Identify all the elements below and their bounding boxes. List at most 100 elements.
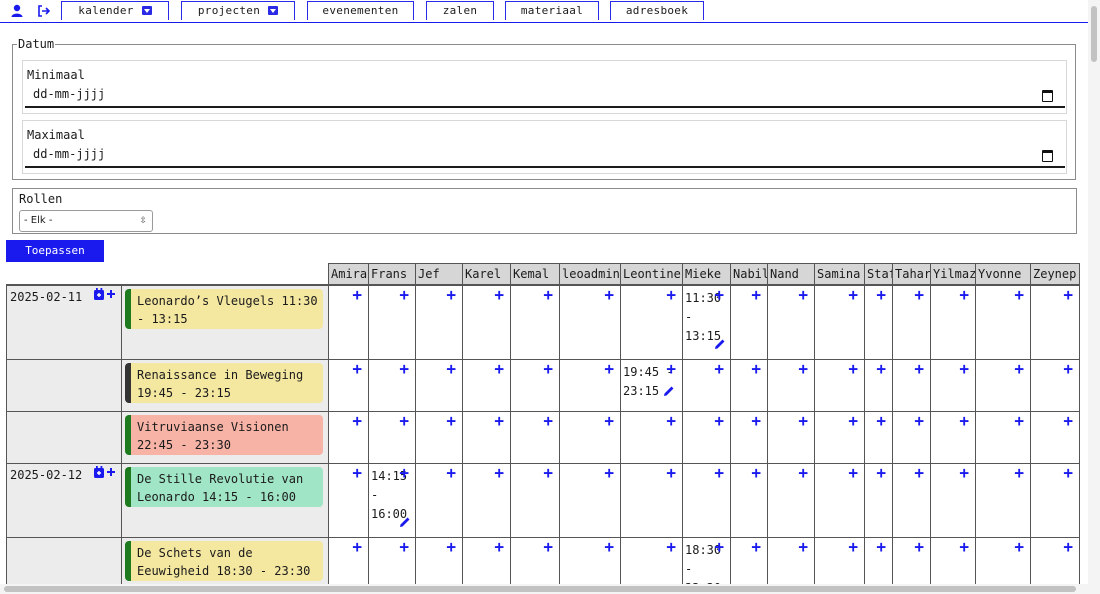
add-shift-icon[interactable]: + bbox=[914, 538, 924, 556]
add-shift-icon[interactable]: + bbox=[604, 286, 614, 304]
add-shift-icon[interactable]: + bbox=[352, 360, 362, 378]
nav-zalen[interactable]: zalen bbox=[426, 1, 494, 20]
add-shift-icon[interactable]: + bbox=[494, 412, 504, 430]
add-shift-icon[interactable]: + bbox=[1014, 286, 1024, 304]
logout-icon[interactable] bbox=[37, 4, 51, 18]
add-shift-icon[interactable]: + bbox=[1063, 464, 1073, 482]
add-shift-icon[interactable]: + bbox=[1063, 286, 1073, 304]
add-shift-icon[interactable]: + bbox=[876, 286, 886, 304]
add-shift-icon[interactable]: + bbox=[352, 538, 362, 556]
add-shift-icon[interactable]: + bbox=[604, 412, 614, 430]
event-card[interactable]: De Schets van de Eeuwigheid 18:30 - 23:3… bbox=[125, 541, 323, 581]
nav-adresboek[interactable]: adresboek bbox=[610, 1, 704, 20]
add-shift-icon[interactable]: + bbox=[604, 538, 614, 556]
edit-pencil-icon[interactable] bbox=[714, 338, 726, 350]
add-shift-icon[interactable]: + bbox=[714, 538, 724, 556]
min-date-field[interactable]: Minimaal dd-mm-jjjj bbox=[22, 60, 1067, 114]
add-shift-icon[interactable]: + bbox=[666, 538, 676, 556]
add-shift-icon[interactable]: + bbox=[543, 538, 553, 556]
add-shift-icon[interactable]: + bbox=[914, 286, 924, 304]
add-shift-icon[interactable]: + bbox=[1063, 538, 1073, 556]
add-shift-icon[interactable]: + bbox=[959, 412, 969, 430]
add-shift-icon[interactable]: + bbox=[1014, 360, 1024, 378]
add-shift-icon[interactable]: + bbox=[751, 286, 761, 304]
add-shift-icon[interactable]: + bbox=[494, 464, 504, 482]
add-shift-icon[interactable]: + bbox=[959, 464, 969, 482]
horizontal-scrollbar[interactable] bbox=[0, 584, 1088, 594]
add-shift-icon[interactable]: + bbox=[666, 412, 676, 430]
add-shift-icon[interactable]: + bbox=[399, 360, 409, 378]
add-shift-icon[interactable]: + bbox=[446, 360, 456, 378]
add-shift-icon[interactable]: + bbox=[848, 538, 858, 556]
nav-projecten[interactable]: projecten bbox=[181, 1, 295, 20]
add-shift-icon[interactable]: + bbox=[751, 464, 761, 482]
add-shift-icon[interactable]: + bbox=[848, 360, 858, 378]
add-shift-icon[interactable]: + bbox=[543, 360, 553, 378]
nav-evenementen[interactable]: evenementen bbox=[307, 1, 414, 20]
user-icon[interactable] bbox=[10, 4, 24, 18]
nav-kalender[interactable]: kalender bbox=[61, 1, 169, 20]
add-shift-icon[interactable]: + bbox=[876, 464, 886, 482]
add-shift-icon[interactable]: + bbox=[352, 412, 362, 430]
add-shift-icon[interactable]: + bbox=[494, 360, 504, 378]
add-shift-icon[interactable]: + bbox=[959, 360, 969, 378]
add-shift-icon[interactable]: + bbox=[446, 464, 456, 482]
add-shift-icon[interactable]: + bbox=[959, 538, 969, 556]
min-date-input[interactable]: dd-mm-jjjj bbox=[33, 87, 105, 101]
horizontal-scroll-thumb[interactable] bbox=[4, 586, 1076, 592]
add-shift-icon[interactable]: + bbox=[446, 412, 456, 430]
add-shift-icon[interactable]: + bbox=[543, 464, 553, 482]
add-shift-icon[interactable]: + bbox=[876, 412, 886, 430]
add-shift-icon[interactable]: + bbox=[914, 412, 924, 430]
event-card[interactable]: De Stille Revolutie van Leonardo 14:15 -… bbox=[125, 467, 323, 507]
add-shift-icon[interactable]: + bbox=[446, 286, 456, 304]
add-shift-icon[interactable]: + bbox=[604, 360, 614, 378]
edit-pencil-icon[interactable] bbox=[663, 384, 675, 396]
add-shift-icon[interactable]: + bbox=[543, 412, 553, 430]
add-event-icon[interactable] bbox=[93, 287, 117, 305]
add-shift-icon[interactable]: + bbox=[352, 286, 362, 304]
add-shift-icon[interactable]: + bbox=[848, 412, 858, 430]
add-shift-icon[interactable]: + bbox=[751, 360, 761, 378]
calendar-icon[interactable] bbox=[1042, 150, 1053, 162]
add-shift-icon[interactable]: + bbox=[352, 464, 362, 482]
add-event-icon[interactable] bbox=[93, 465, 117, 483]
add-shift-icon[interactable]: + bbox=[914, 360, 924, 378]
add-shift-icon[interactable]: + bbox=[914, 464, 924, 482]
add-shift-icon[interactable]: + bbox=[876, 360, 886, 378]
calendar-icon[interactable] bbox=[1042, 90, 1053, 102]
add-shift-icon[interactable]: + bbox=[1063, 360, 1073, 378]
add-shift-icon[interactable]: + bbox=[714, 360, 724, 378]
add-shift-icon[interactable]: + bbox=[1014, 538, 1024, 556]
add-shift-icon[interactable]: + bbox=[399, 412, 409, 430]
add-shift-icon[interactable]: + bbox=[446, 538, 456, 556]
event-card[interactable]: Renaissance in Beweging 19:45 - 23:15 bbox=[125, 363, 323, 403]
add-shift-icon[interactable]: + bbox=[714, 464, 724, 482]
rollen-select[interactable]: - Elk - ⇳ bbox=[19, 210, 153, 232]
add-shift-icon[interactable]: + bbox=[666, 286, 676, 304]
add-shift-icon[interactable]: + bbox=[399, 286, 409, 304]
add-shift-icon[interactable]: + bbox=[1014, 412, 1024, 430]
add-shift-icon[interactable]: + bbox=[666, 464, 676, 482]
add-shift-icon[interactable]: + bbox=[959, 286, 969, 304]
add-shift-icon[interactable]: + bbox=[714, 286, 724, 304]
event-card[interactable]: Vitruviaanse Visionen 22:45 - 23:30 bbox=[125, 415, 323, 455]
add-shift-icon[interactable]: + bbox=[848, 286, 858, 304]
event-card[interactable]: Leonardo’s Vleugels 11:30 - 13:15 bbox=[125, 289, 323, 329]
add-shift-icon[interactable]: + bbox=[494, 286, 504, 304]
add-shift-icon[interactable]: + bbox=[1014, 464, 1024, 482]
add-shift-icon[interactable]: + bbox=[604, 464, 614, 482]
add-shift-icon[interactable]: + bbox=[399, 538, 409, 556]
max-date-field[interactable]: Maximaal dd-mm-jjjj bbox=[22, 120, 1067, 174]
edit-pencil-icon[interactable] bbox=[399, 516, 411, 528]
max-date-input[interactable]: dd-mm-jjjj bbox=[33, 147, 105, 161]
add-shift-icon[interactable]: + bbox=[798, 412, 808, 430]
nav-materiaal[interactable]: materiaal bbox=[505, 1, 599, 20]
add-shift-icon[interactable]: + bbox=[798, 360, 808, 378]
add-shift-icon[interactable]: + bbox=[494, 538, 504, 556]
add-shift-icon[interactable]: + bbox=[751, 538, 761, 556]
add-shift-icon[interactable]: + bbox=[1063, 412, 1073, 430]
apply-button[interactable]: Toepassen bbox=[6, 240, 104, 262]
add-shift-icon[interactable]: + bbox=[543, 286, 553, 304]
add-shift-icon[interactable]: + bbox=[751, 412, 761, 430]
